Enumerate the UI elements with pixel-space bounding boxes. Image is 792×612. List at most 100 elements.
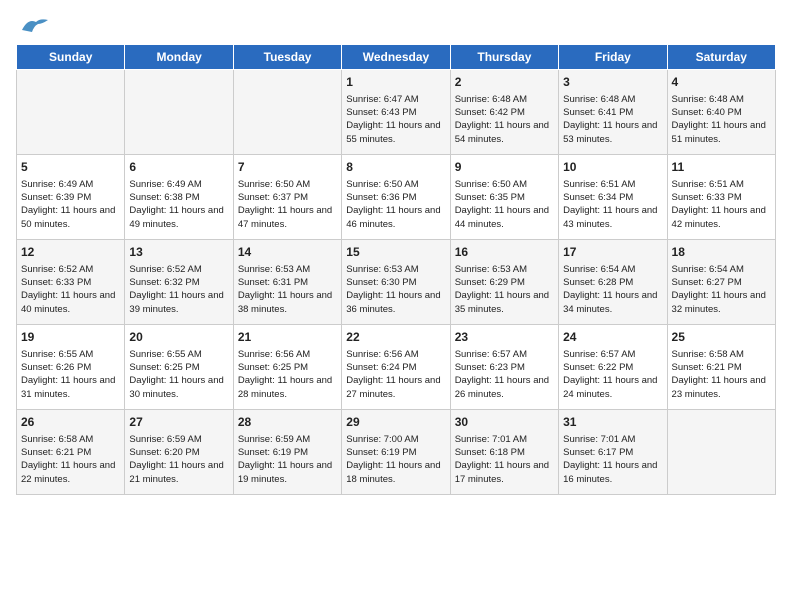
day-info: Sunset: 6:42 PM (455, 106, 554, 119)
day-info: Daylight: 11 hours and 50 minutes. (21, 204, 120, 231)
day-info: Sunrise: 6:51 AM (563, 178, 662, 191)
day-info: Sunrise: 6:59 AM (238, 433, 337, 446)
day-info: Sunset: 6:21 PM (21, 446, 120, 459)
day-number: 17 (563, 244, 662, 261)
day-info: Daylight: 11 hours and 16 minutes. (563, 459, 662, 486)
day-info: Daylight: 11 hours and 43 minutes. (563, 204, 662, 231)
day-header-thursday: Thursday (450, 45, 558, 70)
day-number: 30 (455, 414, 554, 431)
day-number: 29 (346, 414, 445, 431)
day-info: Sunset: 6:20 PM (129, 446, 228, 459)
day-info: Sunrise: 6:49 AM (21, 178, 120, 191)
day-number: 4 (672, 74, 771, 91)
calendar-cell: 5Sunrise: 6:49 AMSunset: 6:39 PMDaylight… (17, 155, 125, 240)
day-header-saturday: Saturday (667, 45, 775, 70)
calendar-week-row: 26Sunrise: 6:58 AMSunset: 6:21 PMDayligh… (17, 410, 776, 495)
calendar-cell: 16 Sunrise: 6:53 AMSunset: 6:29 PMDayligh… (450, 240, 558, 325)
day-number: 3 (563, 74, 662, 91)
day-info: Daylight: 11 hours and 39 minutes. (129, 289, 228, 316)
calendar-cell: 24Sunrise: 6:57 AMSunset: 6:22 PMDayligh… (559, 325, 667, 410)
day-info: Sunrise: 6:48 AM (672, 93, 771, 106)
day-info: Daylight: 11 hours and 38 minutes. (238, 289, 337, 316)
day-number: 7 (238, 159, 337, 176)
calendar-cell: 4Sunrise: 6:48 AMSunset: 6:40 PMDaylight… (667, 70, 775, 155)
day-info: Sunrise: 6:59 AM (129, 433, 228, 446)
page-header (16, 16, 776, 36)
day-info: Daylight: 11 hours and 44 minutes. (455, 204, 554, 231)
day-info: Sunset: 6:32 PM (129, 276, 228, 289)
day-info: Sunset: 6:17 PM (563, 446, 662, 459)
day-header-monday: Monday (125, 45, 233, 70)
day-info: Sunset: 6:38 PM (129, 191, 228, 204)
day-header-friday: Friday (559, 45, 667, 70)
calendar-cell: 18Sunrise: 6:54 AMSunset: 6:27 PMDayligh… (667, 240, 775, 325)
calendar-week-row: 19Sunrise: 6:55 AMSunset: 6:26 PMDayligh… (17, 325, 776, 410)
day-info: Daylight: 11 hours and 26 minutes. (455, 374, 554, 401)
day-info: Daylight: 11 hours and 51 minutes. (672, 119, 771, 146)
day-info: Sunset: 6:19 PM (346, 446, 445, 459)
day-number: 10 (563, 159, 662, 176)
calendar-cell: 1Sunrise: 6:47 AMSunset: 6:43 PMDaylight… (342, 70, 450, 155)
day-info: Sunrise: 6:58 AM (672, 348, 771, 361)
day-info: Daylight: 11 hours and 35 minutes. (455, 289, 554, 316)
logo-bird-icon (20, 16, 48, 36)
day-info: Sunrise: 6:55 AM (21, 348, 120, 361)
calendar-cell: 29 Sunrise: 7:00 AMSunset: 6:19 PMDayligh… (342, 410, 450, 495)
day-number: 16 (455, 244, 554, 261)
day-info: Sunset: 6:29 PM (455, 276, 554, 289)
day-info: Sunrise: 6:53 AM (346, 263, 445, 276)
day-number: 8 (346, 159, 445, 176)
day-number: 15 (346, 244, 445, 261)
day-info: Sunrise: 7:00 AM (346, 433, 445, 446)
calendar-cell (667, 410, 775, 495)
day-info: Daylight: 11 hours and 17 minutes. (455, 459, 554, 486)
day-number: 31 (563, 414, 662, 431)
calendar-cell: 31Sunrise: 7:01 AMSunset: 6:17 PMDayligh… (559, 410, 667, 495)
calendar-cell: 26Sunrise: 6:58 AMSunset: 6:21 PMDayligh… (17, 410, 125, 495)
day-info: Sunset: 6:37 PM (238, 191, 337, 204)
day-info: Sunrise: 6:51 AM (672, 178, 771, 191)
calendar-cell: 27Sunrise: 6:59 AMSunset: 6:20 PMDayligh… (125, 410, 233, 495)
day-info: Daylight: 11 hours and 46 minutes. (346, 204, 445, 231)
calendar-cell: 3Sunrise: 6:48 AMSunset: 6:41 PMDaylight… (559, 70, 667, 155)
day-number: 9 (455, 159, 554, 176)
day-number: 11 (672, 159, 771, 176)
day-info: Daylight: 11 hours and 34 minutes. (563, 289, 662, 316)
day-number: 20 (129, 329, 228, 346)
day-info: Sunset: 6:25 PM (238, 361, 337, 374)
day-info: Sunset: 6:41 PM (563, 106, 662, 119)
calendar-cell: 12Sunrise: 6:52 AMSunset: 6:33 PMDayligh… (17, 240, 125, 325)
calendar-cell (17, 70, 125, 155)
calendar-week-row: 12Sunrise: 6:52 AMSunset: 6:33 PMDayligh… (17, 240, 776, 325)
calendar-cell: 17Sunrise: 6:54 AMSunset: 6:28 PMDayligh… (559, 240, 667, 325)
calendar-cell (233, 70, 341, 155)
day-info: Daylight: 11 hours and 47 minutes. (238, 204, 337, 231)
day-info: Daylight: 11 hours and 54 minutes. (455, 119, 554, 146)
day-info: Sunrise: 6:53 AM (455, 263, 554, 276)
day-info: Sunset: 6:31 PM (238, 276, 337, 289)
day-info: Sunrise: 6:56 AM (238, 348, 337, 361)
day-info: Daylight: 11 hours and 55 minutes. (346, 119, 445, 146)
day-info: Sunset: 6:24 PM (346, 361, 445, 374)
day-info: Daylight: 11 hours and 42 minutes. (672, 204, 771, 231)
day-info: Sunrise: 6:55 AM (129, 348, 228, 361)
day-info: Sunset: 6:35 PM (455, 191, 554, 204)
calendar-cell: 8Sunrise: 6:50 AMSunset: 6:36 PMDaylight… (342, 155, 450, 240)
day-number: 18 (672, 244, 771, 261)
calendar-cell: 21Sunrise: 6:56 AMSunset: 6:25 PMDayligh… (233, 325, 341, 410)
calendar-cell: 30Sunrise: 7:01 AMSunset: 6:18 PMDayligh… (450, 410, 558, 495)
day-header-wednesday: Wednesday (342, 45, 450, 70)
calendar-header-row: SundayMondayTuesdayWednesdayThursdayFrid… (17, 45, 776, 70)
calendar-week-row: 5Sunrise: 6:49 AMSunset: 6:39 PMDaylight… (17, 155, 776, 240)
calendar-cell: 7Sunrise: 6:50 AMSunset: 6:37 PMDaylight… (233, 155, 341, 240)
day-info: Sunset: 6:33 PM (21, 276, 120, 289)
day-info: Sunrise: 6:50 AM (455, 178, 554, 191)
day-info: Sunrise: 6:52 AM (129, 263, 228, 276)
calendar-cell: 14Sunrise: 6:53 AMSunset: 6:31 PMDayligh… (233, 240, 341, 325)
day-info: Sunrise: 6:56 AM (346, 348, 445, 361)
day-info: Sunset: 6:22 PM (563, 361, 662, 374)
day-info: Daylight: 11 hours and 28 minutes. (238, 374, 337, 401)
day-info: Sunrise: 6:58 AM (21, 433, 120, 446)
calendar-cell: 20Sunrise: 6:55 AMSunset: 6:25 PMDayligh… (125, 325, 233, 410)
day-info: Daylight: 11 hours and 18 minutes. (346, 459, 445, 486)
